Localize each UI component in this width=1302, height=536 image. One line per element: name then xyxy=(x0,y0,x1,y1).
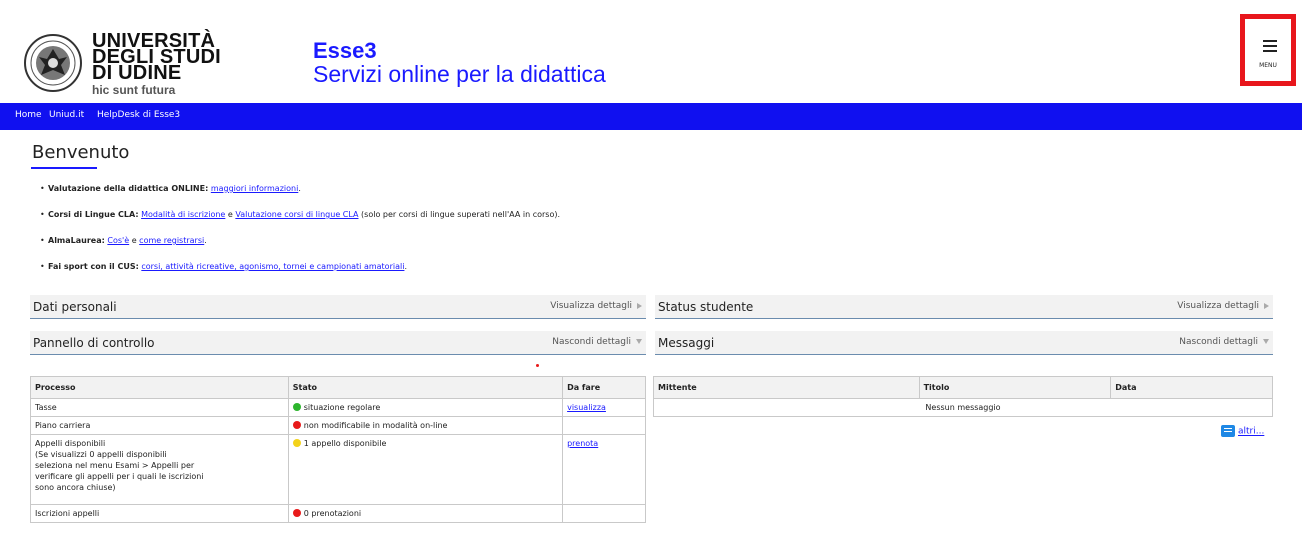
university-seal-icon xyxy=(24,34,82,92)
column-header: Titolo xyxy=(918,376,1112,399)
panel-title: Pannello di controllo xyxy=(33,336,155,350)
stato-cell: 1 appello disponibile xyxy=(287,434,564,505)
list-item: Fai sport con il CUS: corsi, attività ri… xyxy=(40,262,560,288)
messages-table: Mittente Titolo Data Nessun messaggio xyxy=(653,376,1273,417)
status-dot-yellow-icon xyxy=(292,439,301,447)
hamburger-icon xyxy=(1263,40,1277,55)
toggle-label: Nascondi dettagli xyxy=(552,337,631,347)
stato-cell: non modificabile in modalità on-line xyxy=(287,416,564,435)
panel-messaggi: Messaggi Nascondi dettagli xyxy=(655,331,1273,355)
info-label: Valutazione della didattica ONLINE: xyxy=(48,184,209,193)
table-row: Iscrizioni appelli 0 prenotazioni xyxy=(30,504,646,523)
column-header: Processo xyxy=(30,376,289,399)
action-cell: visualizza xyxy=(562,398,646,417)
info-link[interactable]: Cos'è xyxy=(107,236,129,245)
processo-cell: Iscrizioni appelli xyxy=(30,504,289,523)
info-link[interactable]: Valutazione corsi di lingue CLA xyxy=(235,210,358,219)
app-title: Esse3 xyxy=(313,38,377,63)
status-dot-green-icon xyxy=(292,403,301,411)
prenota-link[interactable]: prenota xyxy=(567,439,598,448)
stato-cell: 0 prenotazioni xyxy=(287,504,564,523)
info-label: Fai sport con il CUS: xyxy=(48,262,139,271)
page-header: UNIVERSITÀ DEGLI STUDI DI UDINE hic sunt… xyxy=(0,0,1302,103)
stato-cell: situazione regolare xyxy=(287,398,564,417)
panel-status-studente: Status studente Visualizza dettagli xyxy=(655,295,1273,319)
visualizza-link[interactable]: visualizza xyxy=(567,403,606,412)
triangle-down-icon xyxy=(1263,339,1269,344)
column-header: Mittente xyxy=(653,376,920,399)
app-subtitle: Servizi online per la didattica xyxy=(313,61,606,87)
nav-item-helpdesk[interactable]: HelpDesk di Esse3 xyxy=(97,110,180,120)
column-header: Stato xyxy=(287,376,564,399)
toggle-details-button[interactable]: Visualizza dettagli xyxy=(1177,301,1269,311)
info-label: Corsi di Lingue CLA: xyxy=(48,210,139,219)
university-logo-text: UNIVERSITÀ DEGLI STUDI DI UDINE hic sunt… xyxy=(92,31,232,97)
info-text: e xyxy=(131,236,137,245)
panel-title: Dati personali xyxy=(33,300,117,314)
info-list: Valutazione della didattica ONLINE: magg… xyxy=(40,184,560,288)
info-link[interactable]: Modalità di iscrizione xyxy=(141,210,225,219)
panel-pannello-di-controllo: Pannello di controllo Nascondi dettagli xyxy=(30,331,646,355)
list-item: Corsi di Lingue CLA: Modalità di iscrizi… xyxy=(40,210,560,236)
processo-text: Appelli disponibili xyxy=(35,439,106,448)
action-cell xyxy=(562,416,646,435)
table-row: Piano carriera non modificabile in modal… xyxy=(30,416,646,435)
more-label: altri... xyxy=(1238,426,1265,437)
info-text: e xyxy=(227,210,233,219)
info-link[interactable]: corsi, attività ricreative, agonismo, to… xyxy=(141,262,404,271)
toggle-details-button[interactable]: Visualizza dettagli xyxy=(550,301,642,311)
stato-text: 0 prenotazioni xyxy=(303,509,362,518)
stato-text: 1 appello disponibile xyxy=(303,439,387,448)
messages-icon xyxy=(1221,425,1235,437)
stato-text: non modificabile in modalità on-line xyxy=(303,421,448,430)
list-item: AlmaLaurea: Cos'è e come registrarsi. xyxy=(40,236,560,262)
column-header: Data xyxy=(1110,376,1273,399)
processo-cell: Appelli disponibili (Se visualizzi 0 app… xyxy=(30,434,289,505)
toggle-label: Nascondi dettagli xyxy=(1179,337,1258,347)
table-header-row: Processo Stato Da fare xyxy=(30,376,646,399)
processo-cell: Tasse xyxy=(30,398,289,417)
table-row: Appelli disponibili (Se visualizzi 0 app… xyxy=(30,434,646,505)
info-link[interactable]: maggiori informazioni xyxy=(211,184,298,193)
stato-text: situazione regolare xyxy=(303,403,381,412)
info-link[interactable]: come registrarsi xyxy=(139,236,204,245)
panel-title: Messaggi xyxy=(658,336,715,350)
panel-dati-personali: Dati personali Visualizza dettagli xyxy=(30,295,646,319)
table-header-row: Mittente Titolo Data xyxy=(653,376,1273,399)
info-label: AlmaLaurea: xyxy=(48,236,105,245)
status-dot-red-icon xyxy=(292,509,301,517)
triangle-down-icon xyxy=(636,339,642,344)
empty-message-cell: Nessun messaggio xyxy=(653,398,1273,417)
processo-cell: Piano carriera xyxy=(30,416,289,435)
top-navbar: Home Uniud.it HelpDesk di Esse3 xyxy=(0,103,1302,130)
logo-motto: hic sunt futura xyxy=(92,83,176,97)
menu-button[interactable]: MENU xyxy=(1240,14,1296,86)
red-dot-marker xyxy=(536,364,539,367)
nav-item-uniud[interactable]: Uniud.it xyxy=(49,110,84,120)
status-dot-red-icon xyxy=(292,421,301,429)
panel-title: Status studente xyxy=(658,300,754,314)
processo-note: (Se visualizzi 0 appelli disponibili sel… xyxy=(35,450,204,492)
nav-item-home[interactable]: Home xyxy=(15,110,42,120)
triangle-right-icon xyxy=(637,302,642,309)
title-underline xyxy=(31,167,97,169)
action-cell: prenota xyxy=(562,434,646,505)
more-messages-link[interactable]: altri... xyxy=(1221,425,1264,437)
toggle-label: Visualizza dettagli xyxy=(550,301,632,311)
triangle-right-icon xyxy=(1264,302,1269,309)
list-item: Valutazione della didattica ONLINE: magg… xyxy=(40,184,560,210)
toggle-details-button[interactable]: Nascondi dettagli xyxy=(552,337,642,347)
table-row: Nessun messaggio xyxy=(653,398,1273,417)
page-title: Benvenuto xyxy=(32,142,130,163)
info-text: (solo per corsi di lingue superati nell'… xyxy=(361,210,561,219)
action-cell xyxy=(562,504,646,523)
control-table: Processo Stato Da fare Tasse situazione … xyxy=(30,376,646,523)
toggle-details-button[interactable]: Nascondi dettagli xyxy=(1179,337,1269,347)
column-header: Da fare xyxy=(562,376,646,399)
menu-label: MENU xyxy=(1259,62,1277,69)
toggle-label: Visualizza dettagli xyxy=(1177,301,1259,311)
table-row: Tasse situazione regolare visualizza xyxy=(30,398,646,417)
